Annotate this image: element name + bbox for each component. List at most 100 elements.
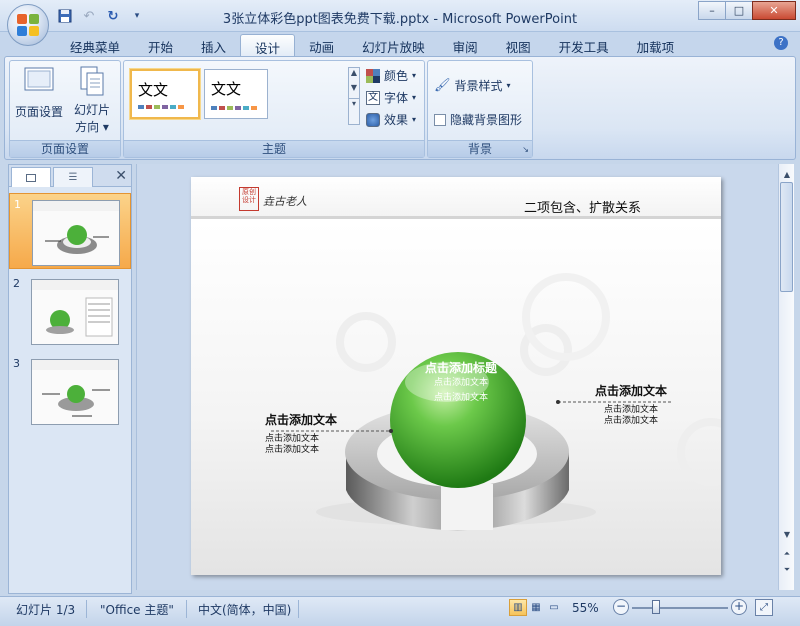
background-styles-label: 背景样式 [454,79,503,93]
background-styles-button[interactable]: 🖌 背景样式 ▾ [434,77,511,94]
theme-swatches [211,106,257,110]
center-line-2: 点击添加文本 [433,393,488,403]
tab-developer[interactable]: 开发工具 [545,34,623,56]
status-separator [298,600,299,618]
theme-colors-button[interactable]: 颜色 ▾ [366,67,416,84]
right-heading: 点击添加文本 [594,384,667,398]
tab-view[interactable]: 视图 [492,34,545,56]
window-controls: – □ ✕ [698,1,796,20]
pane-tabs: ☰ ✕ [9,165,131,187]
vertical-scrollbar[interactable]: ▲ ▼ ⏶ ⏷ [778,164,794,590]
left-line-1: 点击添加文本 [265,434,320,444]
theme-tile-text: 文文 [211,80,242,98]
dialog-launcher-icon[interactable]: ↘ [522,142,529,158]
slide-thumbnail-2[interactable]: 2 [9,273,131,349]
colors-icon [366,68,380,83]
minimize-button[interactable]: – [698,1,726,20]
ring-gap [441,484,493,530]
slide-canvas[interactable]: 原创设计 垚古老人 二项包含、扩散关系 点击添加标题 点击添加文本 点击添加文本… [191,177,721,575]
fonts-icon: 文 [366,90,380,105]
slide-show-button[interactable]: ▭ [545,599,563,616]
title-bar: ↶ ↻ ▾ 3张立体彩色ppt图表免费下载.pptx - Microsoft P… [0,0,800,32]
slide-thumbnail-1[interactable]: 1 [9,193,131,269]
group-background: 🖌 背景样式 ▾ 隐藏背景图形 背景 ↘ [427,60,533,158]
ribbon: 页面设置 幻灯片 方向 ▾ 页面设置 文文 文文 ▲ ▼ ▾ 颜色 ▾ 文 字体… [4,56,796,160]
fit-to-window-button[interactable]: ⤢ [755,599,773,616]
decor-circle [336,312,396,372]
slide-orientation-label: 幻灯片 [73,103,110,117]
slide-sorter-button[interactable]: ▦ [527,599,545,616]
theme-gallery-scroll[interactable]: ▲ ▼ ▾ [348,67,360,125]
previous-slide-icon[interactable]: ⏶ [779,546,795,562]
right-line-1: 点击添加文本 [603,405,658,415]
thumbnail-number: 1 [14,198,21,211]
scrollbar-thumb[interactable] [780,182,793,292]
slides-tab[interactable] [11,167,51,187]
pane-close-icon[interactable]: ✕ [115,168,127,184]
group-label-background: 背景 ↘ [428,140,532,157]
slide-orientation-button[interactable]: 幻灯片 方向 ▾ [66,65,118,135]
outline-tab[interactable]: ☰ [53,167,93,187]
background-styles-icon: 🖌 [434,78,451,93]
center-heading: 点击添加标题 [424,361,497,375]
hide-background-graphics-checkbox[interactable]: 隐藏背景图形 [434,111,522,128]
gallery-more-icon[interactable]: ▾ [349,98,359,108]
left-line-2: 点击添加文本 [265,445,320,455]
thumbnail-number: 2 [13,277,20,290]
gallery-up-icon[interactable]: ▲ [349,68,359,77]
group-themes: 文文 文文 ▲ ▼ ▾ 颜色 ▾ 文 字体 ▾ 效果 ▾ 主题 [123,60,425,158]
tab-classic-menu[interactable]: 经典菜单 [56,34,134,56]
slide-header: 原创设计 垚古老人 二项包含、扩散关系 [191,177,721,219]
window-title: 3张立体彩色ppt图表免费下载.pptx - Microsoft PowerPo… [222,12,578,27]
theme-fonts-button[interactable]: 文 字体 ▾ [366,89,416,106]
theme-swatches [138,105,184,109]
tab-review[interactable]: 审阅 [439,34,492,56]
slide-thumbnail-3[interactable]: 3 [9,353,131,429]
right-text-placeholder[interactable]: 点击添加文本 点击添加文本 点击添加文本 [586,382,676,427]
tab-slide-show[interactable]: 幻灯片放映 [348,34,439,56]
tab-insert[interactable]: 插入 [187,34,240,56]
zoom-level[interactable]: 55% [572,601,599,615]
tab-add-ins[interactable]: 加载项 [623,34,689,56]
slide-title[interactable]: 二项包含、扩散关系 [524,197,641,216]
zoom-out-icon[interactable]: − [613,599,629,615]
fit-window-icon: ⤢ [760,602,768,613]
normal-view-icon: ▥ [513,602,523,613]
theme-name[interactable]: "Office 主题" [100,601,174,618]
colors-label: 颜色 [384,69,409,83]
hide-graphics-label: 隐藏背景图形 [450,113,523,127]
tab-home[interactable]: 开始 [134,34,187,56]
next-slide-icon[interactable]: ⏷ [779,562,795,578]
theme-tile-text: 文文 [138,81,169,99]
thumbnail-preview [32,200,120,266]
effects-label: 效果 [384,113,409,127]
language-indicator[interactable]: 中文(简体，中国) [198,601,291,618]
scroll-up-icon[interactable]: ▲ [779,166,795,182]
fonts-label: 字体 [384,91,409,105]
close-button[interactable]: ✕ [752,1,796,20]
zoom-slider-track[interactable] [632,607,728,609]
tab-design[interactable]: 设计 [240,34,296,56]
tab-animations[interactable]: 动画 [295,34,348,56]
theme-effects-button[interactable]: 效果 ▾ [366,111,416,128]
checkbox-icon[interactable] [434,113,446,126]
ribbon-tabs: 经典菜单 开始 插入 设计 动画 幻灯片放映 审阅 视图 开发工具 加载项 ? [0,32,800,56]
zoom-in-icon[interactable]: + [731,599,747,615]
left-text-placeholder[interactable]: 点击添加文本 点击添加文本 点击添加文本 [265,411,355,456]
office-button[interactable] [7,4,49,46]
page-setup-button[interactable]: 页面设置 [14,65,64,120]
center-text-placeholder[interactable]: 点击添加标题 点击添加文本 点击添加文本 [411,359,511,404]
theme-tile-office[interactable]: 文文 [130,69,200,119]
maximize-button[interactable]: □ [725,1,753,20]
status-separator [86,600,87,618]
logo-text: 垚古老人 [263,195,307,208]
thumbnail-number: 3 [13,357,20,370]
normal-view-button[interactable]: ▥ [509,599,527,616]
scroll-down-icon[interactable]: ▼ [779,526,795,542]
gallery-down-icon[interactable]: ▼ [349,83,359,92]
zoom-slider-thumb[interactable] [652,600,660,614]
thumbnail-preview [31,279,119,345]
outline-icon: ☰ [68,172,78,183]
help-icon[interactable]: ? [774,36,788,50]
theme-tile-2[interactable]: 文文 [204,69,268,119]
